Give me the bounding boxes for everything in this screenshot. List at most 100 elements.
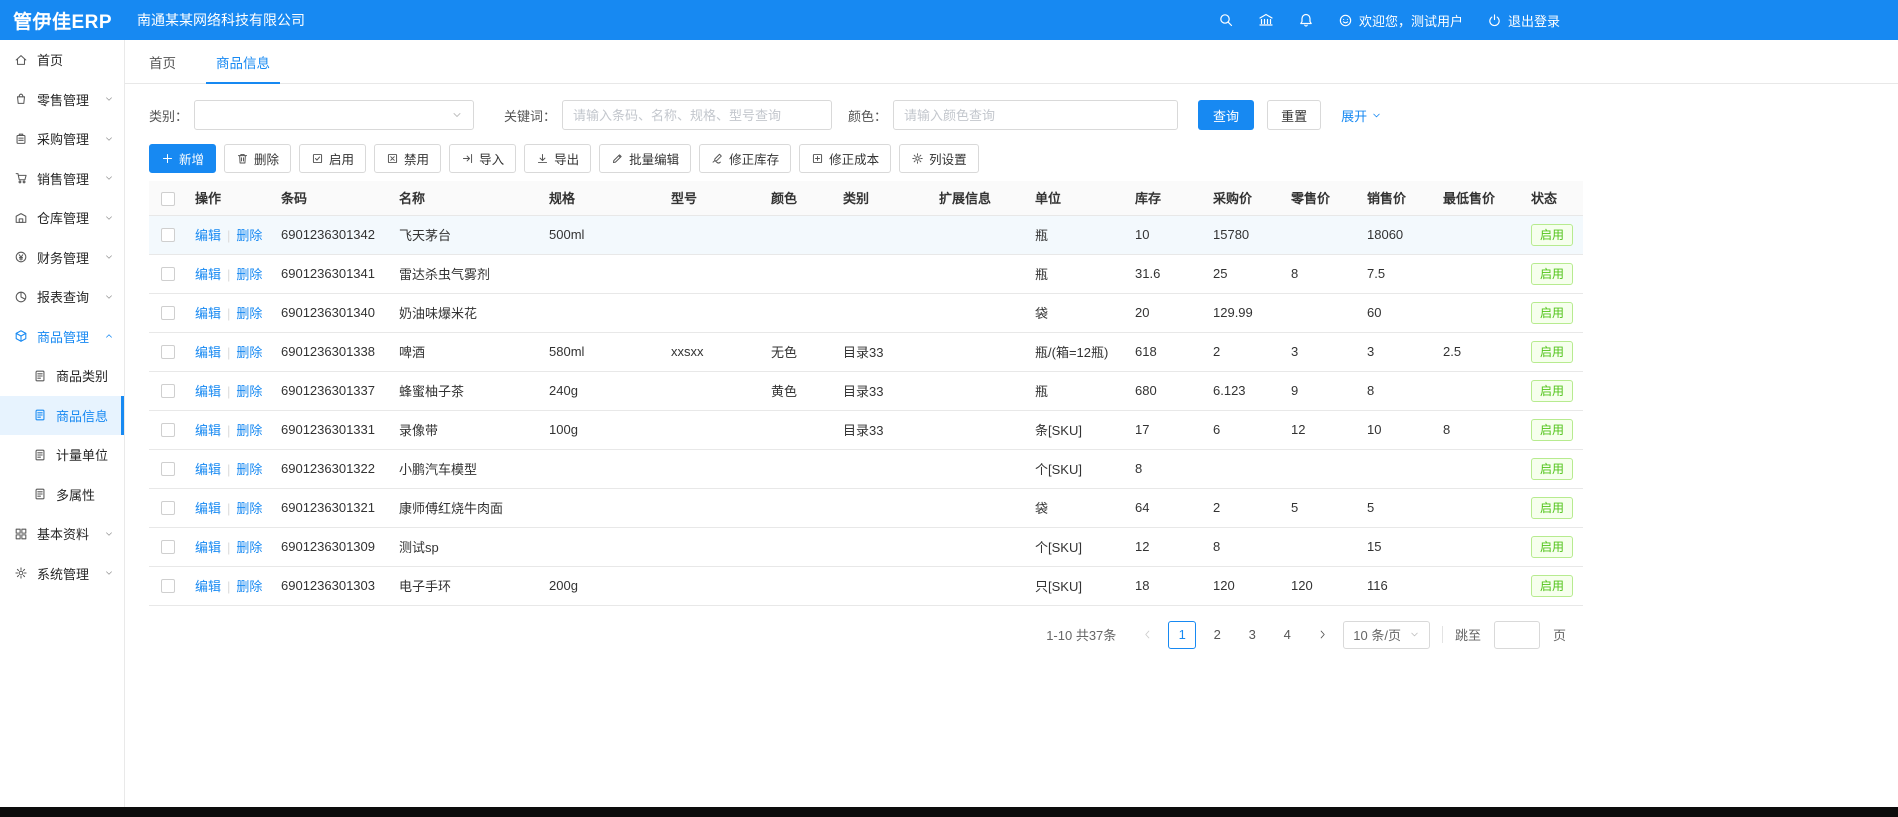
enable-button[interactable]: 启用 <box>299 144 366 173</box>
row-checkbox[interactable] <box>161 423 175 437</box>
cell-model <box>663 254 763 293</box>
next-page-button[interactable] <box>1308 621 1336 649</box>
row-checkbox[interactable] <box>161 345 175 359</box>
delete-link[interactable]: 删除 <box>236 501 262 516</box>
delete-link[interactable]: 删除 <box>236 267 262 282</box>
search-icon[interactable] <box>1218 12 1234 28</box>
sidebar-item-finance-management[interactable]: 财务管理 <box>0 238 124 278</box>
bank-icon[interactable] <box>1258 12 1274 28</box>
welcome-user[interactable]: 欢迎您，测试用户 <box>1338 11 1463 30</box>
column-header: 采购价 <box>1205 181 1283 215</box>
cell-retail_price: 3 <box>1283 332 1359 371</box>
delete-button[interactable]: 删除 <box>224 144 291 173</box>
sidebar-item-basic-data[interactable]: 基本资料 <box>0 514 124 554</box>
row-checkbox[interactable] <box>161 462 175 476</box>
expand-link[interactable]: 展开 <box>1341 106 1382 125</box>
edit-link[interactable]: 编辑 <box>195 267 221 282</box>
sidebar-item-warehouse-management[interactable]: 仓库管理 <box>0 198 124 238</box>
delete-link[interactable]: 删除 <box>236 345 262 360</box>
row-checkbox[interactable] <box>161 228 175 242</box>
cell-model: xxsxx <box>663 332 763 371</box>
page-button-1[interactable]: 1 <box>1168 621 1196 649</box>
import-button[interactable]: 导入 <box>449 144 516 173</box>
page-button-2[interactable]: 2 <box>1203 621 1231 649</box>
warehouse-icon <box>14 211 28 225</box>
sidebar-item-sales-management[interactable]: 销售管理 <box>0 159 124 199</box>
tab-home[interactable]: 首页 <box>149 40 176 83</box>
sidebar-item-home[interactable]: 首页 <box>0 40 124 80</box>
row-checkbox[interactable] <box>161 540 175 554</box>
page-size-select[interactable]: 10 条/页 <box>1343 621 1430 649</box>
tab-product-info[interactable]: 商品信息 <box>216 40 270 83</box>
edit-link[interactable]: 编辑 <box>195 540 221 555</box>
sidebar-item-label: 商品信息 <box>56 406 108 425</box>
row-checkbox[interactable] <box>161 267 175 281</box>
column-settings-button[interactable]: 列设置 <box>899 144 979 173</box>
sidebar-item-purchase-management[interactable]: 采购管理 <box>0 119 124 159</box>
cell-operations: 编辑|删除 <box>187 371 273 410</box>
cell-model <box>663 566 763 605</box>
delete-link[interactable]: 删除 <box>236 462 262 477</box>
cell-barcode: 6901236301341 <box>273 254 391 293</box>
sidebar-item-retail-management[interactable]: 零售管理 <box>0 80 124 120</box>
edit-link[interactable]: 编辑 <box>195 579 221 594</box>
edit-link[interactable]: 编辑 <box>195 228 221 243</box>
cell-color: 黄色 <box>763 371 835 410</box>
prev-page-button[interactable] <box>1133 621 1161 649</box>
batch-edit-button[interactable]: 批量编辑 <box>599 144 691 173</box>
search-button[interactable]: 查询 <box>1198 100 1254 130</box>
jump-page-input[interactable] <box>1494 621 1540 649</box>
keyword-input[interactable] <box>562 100 832 130</box>
fix-cost-button[interactable]: 修正成本 <box>799 144 891 173</box>
color-input[interactable] <box>893 100 1178 130</box>
delete-link[interactable]: 删除 <box>236 228 262 243</box>
sidebar-item-product-info[interactable]: 商品信息 <box>0 396 124 436</box>
page-button-4[interactable]: 4 <box>1273 621 1301 649</box>
edit-link[interactable]: 编辑 <box>195 423 221 438</box>
row-checkbox[interactable] <box>161 579 175 593</box>
cell-sale_price: 5 <box>1359 488 1435 527</box>
edit-link[interactable]: 编辑 <box>195 306 221 321</box>
keyword-label: 关键词： <box>504 106 556 125</box>
sidebar-item-system-management[interactable]: 系统管理 <box>0 554 124 594</box>
edit-link[interactable]: 编辑 <box>195 501 221 516</box>
logout-button[interactable]: 退出登录 <box>1487 11 1560 30</box>
edit-link[interactable]: 编辑 <box>195 462 221 477</box>
sidebar-item-report-query[interactable]: 报表查询 <box>0 277 124 317</box>
product-table: 操作条码名称规格型号颜色类别扩展信息单位库存采购价零售价销售价最低售价状态 编辑… <box>149 181 1583 606</box>
bottom-black-bar <box>0 807 1898 817</box>
disable-button[interactable]: 禁用 <box>374 144 441 173</box>
sidebar-item-product-management[interactable]: 商品管理 <box>0 317 124 357</box>
page-button-3[interactable]: 3 <box>1238 621 1266 649</box>
bell-icon[interactable] <box>1298 12 1314 28</box>
cell-stock: 618 <box>1127 332 1205 371</box>
cell-purchase_price: 120 <box>1205 566 1283 605</box>
delete-link[interactable]: 删除 <box>236 540 262 555</box>
add-button[interactable]: 新增 <box>149 144 216 173</box>
delete-link[interactable]: 删除 <box>236 579 262 594</box>
category-select[interactable] <box>194 100 474 130</box>
cell-checkbox <box>149 254 187 293</box>
edit-link[interactable]: 编辑 <box>195 345 221 360</box>
delete-link[interactable]: 删除 <box>236 384 262 399</box>
fix-stock-icon <box>711 152 724 165</box>
delete-link[interactable]: 删除 <box>236 306 262 321</box>
reset-button[interactable]: 重置 <box>1267 100 1321 130</box>
cell-ext <box>931 371 1027 410</box>
retail-icon <box>14 92 28 106</box>
row-checkbox[interactable] <box>161 384 175 398</box>
edit-link[interactable]: 编辑 <box>195 384 221 399</box>
sidebar-item-multi-attribute[interactable]: 多属性 <box>0 475 124 515</box>
sidebar-item-product-category[interactable]: 商品类别 <box>0 356 124 396</box>
sidebar-item-measure-unit[interactable]: 计量单位 <box>0 435 124 475</box>
select-all-checkbox[interactable] <box>161 192 175 206</box>
color-label: 颜色： <box>848 106 887 125</box>
button-label: 修正库存 <box>729 149 779 168</box>
row-checkbox[interactable] <box>161 501 175 515</box>
fix-stock-button[interactable]: 修正库存 <box>699 144 791 173</box>
export-button[interactable]: 导出 <box>524 144 591 173</box>
row-checkbox[interactable] <box>161 306 175 320</box>
op-separator: | <box>227 306 230 321</box>
delete-link[interactable]: 删除 <box>236 423 262 438</box>
cell-unit: 瓶 <box>1027 254 1127 293</box>
